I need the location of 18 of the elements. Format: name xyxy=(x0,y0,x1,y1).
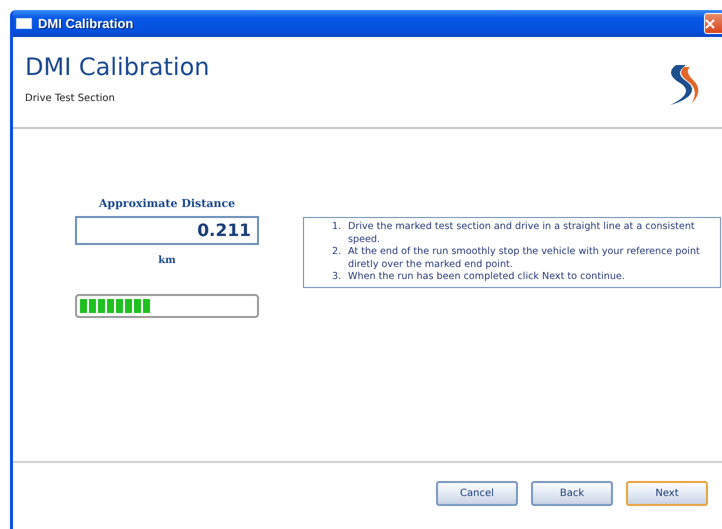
window-icon xyxy=(16,18,32,29)
step-number: 3. xyxy=(332,271,342,284)
step-number: 1. xyxy=(332,221,342,234)
page-subtitle: Drive Test Section xyxy=(25,93,116,104)
close-icon xyxy=(705,18,715,28)
window-title: DMI Calibration xyxy=(38,16,134,31)
wizard-button[interactable]: Next xyxy=(626,480,708,506)
step-text: Drive the marked test section and drive in a straight line at a consistent speed. xyxy=(348,221,696,246)
distance-label: Approximate Distance xyxy=(98,197,236,210)
unit-label: km xyxy=(158,255,176,266)
close-button[interactable] xyxy=(704,13,722,34)
step-number: 2. xyxy=(332,246,342,259)
step-text: At the end of the run smoothly stop the vehicle with your reference point diretly over the marked end point. xyxy=(348,246,701,271)
wizard-button[interactable]: Cancel xyxy=(436,480,518,506)
page-title: DMI Calibration xyxy=(25,53,210,81)
wizard-button[interactable]: Back xyxy=(531,480,613,506)
step-text: When the run has been completed click Next to continue. xyxy=(348,271,625,284)
distance-field: 0.211 xyxy=(75,216,259,245)
